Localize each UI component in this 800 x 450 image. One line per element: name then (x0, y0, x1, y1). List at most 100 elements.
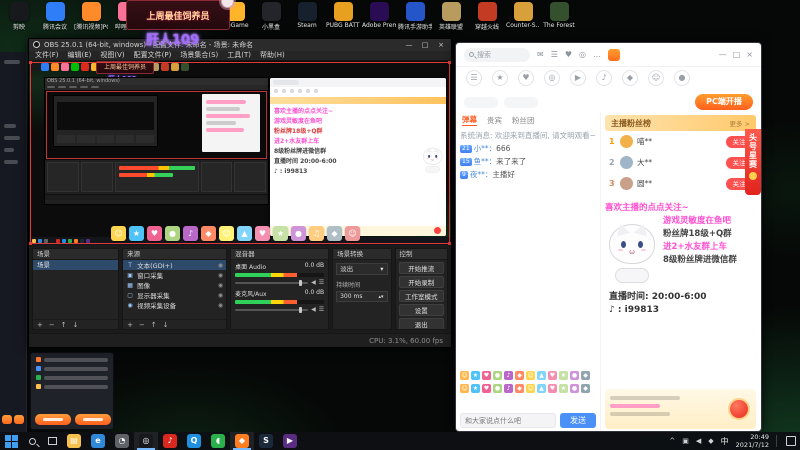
obs-control-button[interactable]: 设置 (398, 304, 445, 317)
topbar-icon[interactable]: ♥ (565, 50, 572, 59)
duration-spinner[interactable]: 300 ms ▴▾ (336, 291, 388, 303)
emote-button[interactable]: ♥ (548, 371, 557, 380)
tray-expand-icon[interactable]: ^ (669, 437, 675, 445)
emote-button[interactable]: ★ (471, 384, 480, 393)
taskbar-app-icon[interactable]: ◖ (206, 432, 230, 450)
emote-button[interactable]: ☺ (460, 384, 469, 393)
topbar-icon[interactable]: … (593, 50, 601, 59)
taskbar-app-icon[interactable]: ▤ (62, 432, 86, 450)
obs-menu-item[interactable]: 配置文件(P) (134, 50, 172, 60)
source-item[interactable]: ▦ 图像 ◉ (123, 280, 226, 291)
emote-button[interactable]: ☺ (460, 371, 469, 380)
emote-button[interactable]: ● (493, 371, 502, 380)
desktop-icon[interactable]: 腾讯手游助手 (398, 2, 432, 31)
mute-icon[interactable]: ◀ (311, 306, 316, 313)
obs-menu-item[interactable]: 视图(V) (100, 50, 124, 60)
taskbar-search-button[interactable] (22, 432, 42, 450)
taskbar-app-icon[interactable]: ♪ (158, 432, 182, 450)
action-center-button[interactable] (786, 436, 796, 446)
obs-control-button[interactable]: 工作室模式 (398, 290, 445, 303)
taskbar-app-icon[interactable]: Q (182, 432, 206, 450)
emote-button[interactable]: ★ (559, 371, 568, 380)
streamer-tool-sidebar[interactable] (0, 52, 27, 432)
chat-tab[interactable]: 弹幕 (462, 114, 477, 126)
go-live-mini-button[interactable] (2, 415, 12, 424)
input-language-indicator[interactable]: 中 (721, 436, 729, 447)
desktop-icon[interactable]: [腾讯视频]POP子 (74, 2, 108, 31)
window-control-button[interactable]: □ (733, 50, 741, 59)
chat-username[interactable]: 夜**： (470, 170, 493, 179)
taskbar-app-icon[interactable]: ▶ (278, 432, 302, 450)
more-link[interactable]: 更多 > (729, 118, 750, 128)
feature-nav-icon[interactable]: ◎ (544, 70, 560, 86)
search-input[interactable]: 搜索 (464, 47, 530, 62)
visibility-eye-icon[interactable]: ◉ (218, 302, 223, 309)
source-item[interactable]: ◉ 视频采集设备 ◉ (123, 300, 226, 311)
resize-handle[interactable] (29, 242, 32, 246)
panel-toolbar-button[interactable]: ↑ (151, 321, 157, 329)
desktop-icon[interactable]: The Forest (542, 2, 576, 31)
rank-username[interactable]: 圆** (637, 178, 722, 189)
visibility-eye-icon[interactable]: ◉ (218, 292, 223, 299)
obs-menu-item[interactable]: 工具(T) (227, 50, 251, 60)
scene-item[interactable]: 场景 (33, 260, 119, 271)
copy-stream-key-button[interactable] (35, 414, 71, 425)
maximize-button[interactable]: □ (419, 41, 431, 49)
resize-handle[interactable] (448, 242, 451, 246)
panel-toolbar-button[interactable]: − (139, 321, 145, 329)
desktop-icon[interactable]: Steam (290, 2, 324, 31)
desktop-icon[interactable]: 剪映 (2, 2, 36, 31)
panel-toolbar-button[interactable]: + (127, 321, 133, 329)
source-item[interactable]: ▢ 显示器采集 ◉ (123, 290, 226, 301)
taskbar-app-icon[interactable]: S (254, 432, 278, 450)
mute-icon[interactable]: ◀ (311, 279, 316, 286)
task-view-button[interactable] (42, 432, 62, 450)
volume-slider[interactable] (235, 306, 309, 313)
taskbar-app-icon[interactable]: ◎ (134, 432, 158, 450)
desktop-icon[interactable]: 穿越火线 (470, 2, 504, 31)
obs-preview-canvas[interactable]: 上周最佳饲养员 肝人109 OBS 25.0.1 (64-bit, window… (29, 60, 451, 246)
taskbar-clock[interactable]: 20:49 2021/7/12 (736, 433, 769, 449)
window-control-button[interactable]: — (719, 50, 727, 59)
rank-username[interactable]: 大** (637, 157, 722, 168)
emote-button[interactable]: ♥ (482, 371, 491, 380)
obs-menu-item[interactable]: 文件(F) (35, 50, 59, 60)
visibility-eye-icon[interactable]: ◉ (218, 282, 223, 289)
start-button[interactable] (0, 432, 22, 450)
close-button[interactable]: × (435, 41, 447, 49)
emote-button[interactable]: ● (570, 384, 579, 393)
obs-control-button[interactable]: 开始推流 (398, 262, 445, 275)
spinner-arrows-icon[interactable]: ▴▾ (379, 294, 384, 300)
emote-button[interactable]: ● (493, 384, 502, 393)
taskbar-app-icon[interactable]: ◔ (110, 432, 134, 450)
emote-button[interactable]: ☺ (526, 371, 535, 380)
obs-control-button[interactable]: 开始录制 (398, 276, 445, 289)
chat-tab[interactable]: 贵宾 (487, 115, 502, 126)
source-item[interactable]: T 文本(GDI+) ◉ (123, 260, 227, 271)
source-item[interactable]: ▣ 窗口采集 ◉ (123, 270, 226, 281)
resize-handle[interactable] (448, 60, 451, 64)
feature-nav-icon[interactable]: ☰ (466, 70, 482, 86)
emote-button[interactable]: ♥ (482, 384, 491, 393)
desktop-icon[interactable]: 小黑盒 (254, 2, 288, 31)
panel-toolbar-button[interactable]: ↑ (61, 321, 67, 329)
visibility-eye-icon[interactable]: ◉ (218, 272, 223, 279)
chat-tab[interactable]: 粉丝团 (512, 115, 535, 126)
filter-pill[interactable] (504, 96, 538, 108)
desktop-icon[interactable]: PUBG BATTLEGR... (326, 2, 360, 31)
feature-nav-icon[interactable]: ▶ (570, 70, 586, 86)
emote-button[interactable]: ◆ (515, 371, 524, 380)
minimize-button[interactable]: — (403, 41, 415, 49)
tray-volume-icon[interactable]: ◀ (696, 437, 701, 445)
emote-button[interactable]: ★ (471, 371, 480, 380)
promo-card[interactable] (605, 389, 756, 429)
emote-button[interactable]: ♪ (504, 371, 513, 380)
obs-menu-item[interactable]: 编辑(E) (68, 50, 92, 60)
emote-button[interactable]: ● (570, 371, 579, 380)
tray-usb-icon[interactable]: ◆ (708, 437, 713, 445)
filter-pill[interactable] (464, 96, 498, 108)
channel-settings-icon[interactable]: ☰ (319, 279, 324, 286)
one-click-live-button[interactable] (75, 414, 111, 425)
feature-nav-icon[interactable]: ☺ (648, 70, 664, 86)
desktop-icon[interactable]: Adobe Premie... (362, 2, 396, 31)
